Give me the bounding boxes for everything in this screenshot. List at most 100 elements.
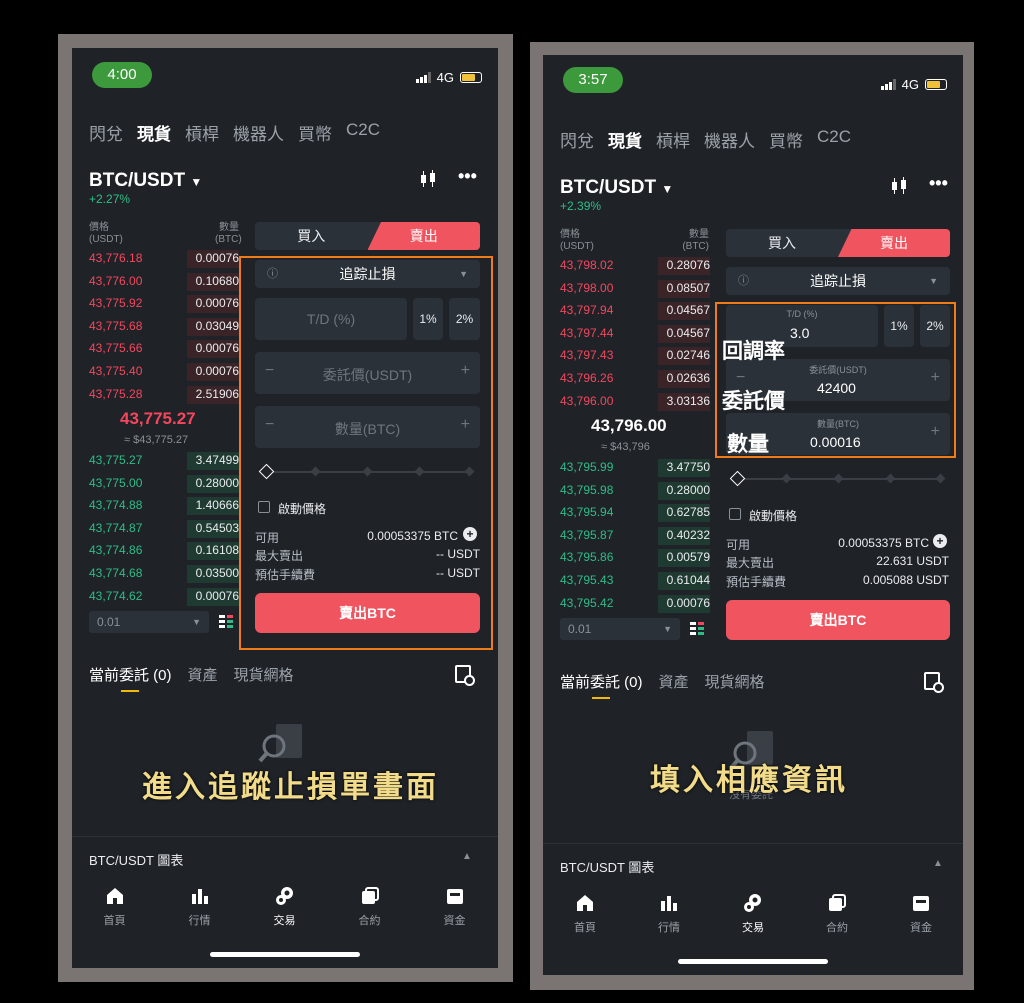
bid-row[interactable]: 43,774.68 0.03500 (89, 566, 239, 582)
order-type-select[interactable]: ⓘ 追踪止損 ▼ (726, 267, 950, 295)
ask-row[interactable]: 43,775.68 0.03049 (89, 319, 239, 335)
tab-swap[interactable]: 閃兌 (89, 120, 123, 145)
ask-qty: 0.28076 (666, 258, 710, 272)
tab-bot[interactable]: 機器人 (704, 127, 755, 152)
candlestick-icon[interactable] (889, 177, 909, 200)
bid-qty: 3.47750 (666, 460, 710, 474)
order-history-icon[interactable] (924, 672, 944, 693)
add-funds-icon[interactable]: + (933, 534, 947, 548)
bid-qty: 1.40666 (195, 498, 239, 513)
bid-row[interactable]: 43,795.87 0.40232 (560, 528, 710, 544)
tab-spot-grid[interactable]: 現貨網格 (234, 664, 294, 685)
buy-tab[interactable]: 買入 (726, 229, 838, 257)
bid-row[interactable]: 43,795.42 0.00076 (560, 596, 710, 612)
tab-assets[interactable]: 資產 (188, 664, 218, 685)
nav-trade[interactable]: 交易 (711, 893, 795, 935)
bid-row[interactable]: 43,774.87 0.54503 (89, 521, 239, 537)
tab-open-orders[interactable]: 當前委託 (0) (89, 664, 172, 685)
pair-label: BTC/USDT (89, 170, 186, 191)
bid-row[interactable]: 43,774.62 0.00076 (89, 589, 239, 605)
bid-price: 43,774.87 (89, 520, 143, 535)
tab-margin[interactable]: 槓桿 (185, 120, 219, 145)
tab-buy-crypto[interactable]: 買幣 (298, 120, 332, 145)
ask-price: 43,798.02 (560, 258, 614, 272)
pair-selector[interactable]: BTC/USDT ▼ (89, 170, 202, 192)
network-label: 4G (436, 70, 454, 85)
bid-row[interactable]: 43,795.86 0.00579 (560, 550, 710, 566)
bid-row[interactable]: 43,795.98 0.28000 (560, 483, 710, 499)
chart-bar[interactable]: BTC/USDT 圖表 (560, 857, 654, 876)
home-icon (575, 893, 595, 913)
order-tabs: 當前委託 (0) 資產 現貨網格 (560, 671, 765, 692)
orderbook-layout-icon[interactable] (690, 622, 704, 636)
tab-swap[interactable]: 閃兌 (560, 127, 594, 152)
bid-row[interactable]: 43,774.86 0.16108 (89, 543, 239, 559)
slider-knob[interactable] (729, 470, 746, 487)
tab-spot[interactable]: 現貨 (608, 127, 642, 152)
nav-funds[interactable]: 資金 (412, 886, 497, 928)
col-price-header: 價格 (USDT) (560, 229, 594, 252)
tab-open-orders[interactable]: 當前委託 (0) (560, 671, 643, 692)
ask-row[interactable]: 43,775.92 0.00076 (89, 296, 239, 312)
trigger-price-checkbox[interactable] (729, 508, 741, 520)
more-icon[interactable]: ••• (458, 166, 477, 187)
ask-row[interactable]: 43,797.44 0.04567 (560, 326, 710, 342)
nav-markets[interactable]: 行情 (157, 886, 242, 928)
divider (72, 836, 498, 837)
order-history-icon[interactable] (455, 665, 475, 686)
ask-row[interactable]: 43,798.02 0.28076 (560, 258, 710, 274)
sell-tab[interactable]: 賣出 (367, 222, 480, 250)
ask-row[interactable]: 43,796.00 3.03136 (560, 394, 710, 410)
tab-margin[interactable]: 槓桿 (656, 127, 690, 152)
bid-qty: 0.16108 (195, 543, 239, 558)
nav-futures[interactable]: 合約 (795, 893, 879, 935)
nav-trade[interactable]: 交易 (242, 886, 327, 928)
ask-price: 43,796.26 (560, 371, 614, 385)
bid-row[interactable]: 43,795.99 3.47750 (560, 460, 710, 476)
bid-row[interactable]: 43,774.88 1.40666 (89, 498, 239, 514)
nav-home[interactable]: 首頁 (543, 893, 627, 935)
candlestick-icon[interactable] (418, 170, 438, 193)
tab-spot[interactable]: 現貨 (137, 120, 171, 145)
more-icon[interactable]: ••• (929, 173, 948, 194)
tab-bot[interactable]: 機器人 (233, 120, 284, 145)
bid-qty: 0.62785 (666, 505, 710, 520)
nav-home[interactable]: 首頁 (72, 886, 157, 928)
ask-row[interactable]: 43,776.18 0.00076 (89, 251, 239, 267)
nav-futures[interactable]: 合約 (327, 886, 412, 928)
nav-funds[interactable]: 資金 (879, 893, 963, 935)
ask-row[interactable]: 43,796.26 0.02636 (560, 371, 710, 387)
signal-icon (880, 79, 896, 90)
sell-tab[interactable]: 賣出 (838, 229, 950, 257)
chart-bar[interactable]: BTC/USDT 圖表 (89, 850, 183, 869)
nav-markets[interactable]: 行情 (627, 893, 711, 935)
ask-row[interactable]: 43,775.66 0.00076 (89, 341, 239, 357)
tab-spot-grid[interactable]: 現貨網格 (705, 671, 765, 692)
depth-select[interactable]: 0.01 ▼ (560, 618, 680, 640)
ask-row[interactable]: 43,775.28 2.51906 (89, 387, 239, 403)
bid-row[interactable]: 43,795.43 0.61044 (560, 573, 710, 589)
sell-btc-button[interactable]: 賣出BTC (726, 600, 950, 640)
pair-selector[interactable]: BTC/USDT ▼ (560, 177, 673, 199)
ask-price: 43,797.44 (560, 325, 614, 340)
ask-row[interactable]: 43,797.94 0.04567 (560, 303, 710, 319)
tab-c2c[interactable]: C2C (346, 120, 380, 145)
bid-qty: 0.03500 (195, 566, 239, 580)
tab-assets[interactable]: 資產 (659, 671, 689, 692)
ask-row[interactable]: 43,775.40 0.00076 (89, 364, 239, 380)
ask-qty: 3.03136 (666, 393, 710, 408)
tab-c2c[interactable]: C2C (817, 127, 851, 152)
ask-row[interactable]: 43,776.00 0.10680 (89, 274, 239, 290)
bid-row[interactable]: 43,775.27 3.47499 (89, 453, 239, 469)
ask-row[interactable]: 43,797.43 0.02746 (560, 348, 710, 364)
orderbook-layout-icon[interactable] (219, 615, 233, 629)
fee-value: 0.005088 USDT (862, 573, 949, 587)
tab-buy-crypto[interactable]: 買幣 (769, 127, 803, 152)
bid-row[interactable]: 43,775.00 0.28000 (89, 476, 239, 492)
buy-tab[interactable]: 買入 (255, 222, 368, 250)
bid-row[interactable]: 43,795.94 0.62785 (560, 505, 710, 521)
depth-select[interactable]: 0.01 ▼ (89, 611, 209, 633)
chevron-up-icon[interactable]: ▲ (462, 851, 472, 862)
ask-row[interactable]: 43,798.00 0.08507 (560, 281, 710, 297)
chevron-up-icon[interactable]: ▲ (933, 858, 943, 869)
